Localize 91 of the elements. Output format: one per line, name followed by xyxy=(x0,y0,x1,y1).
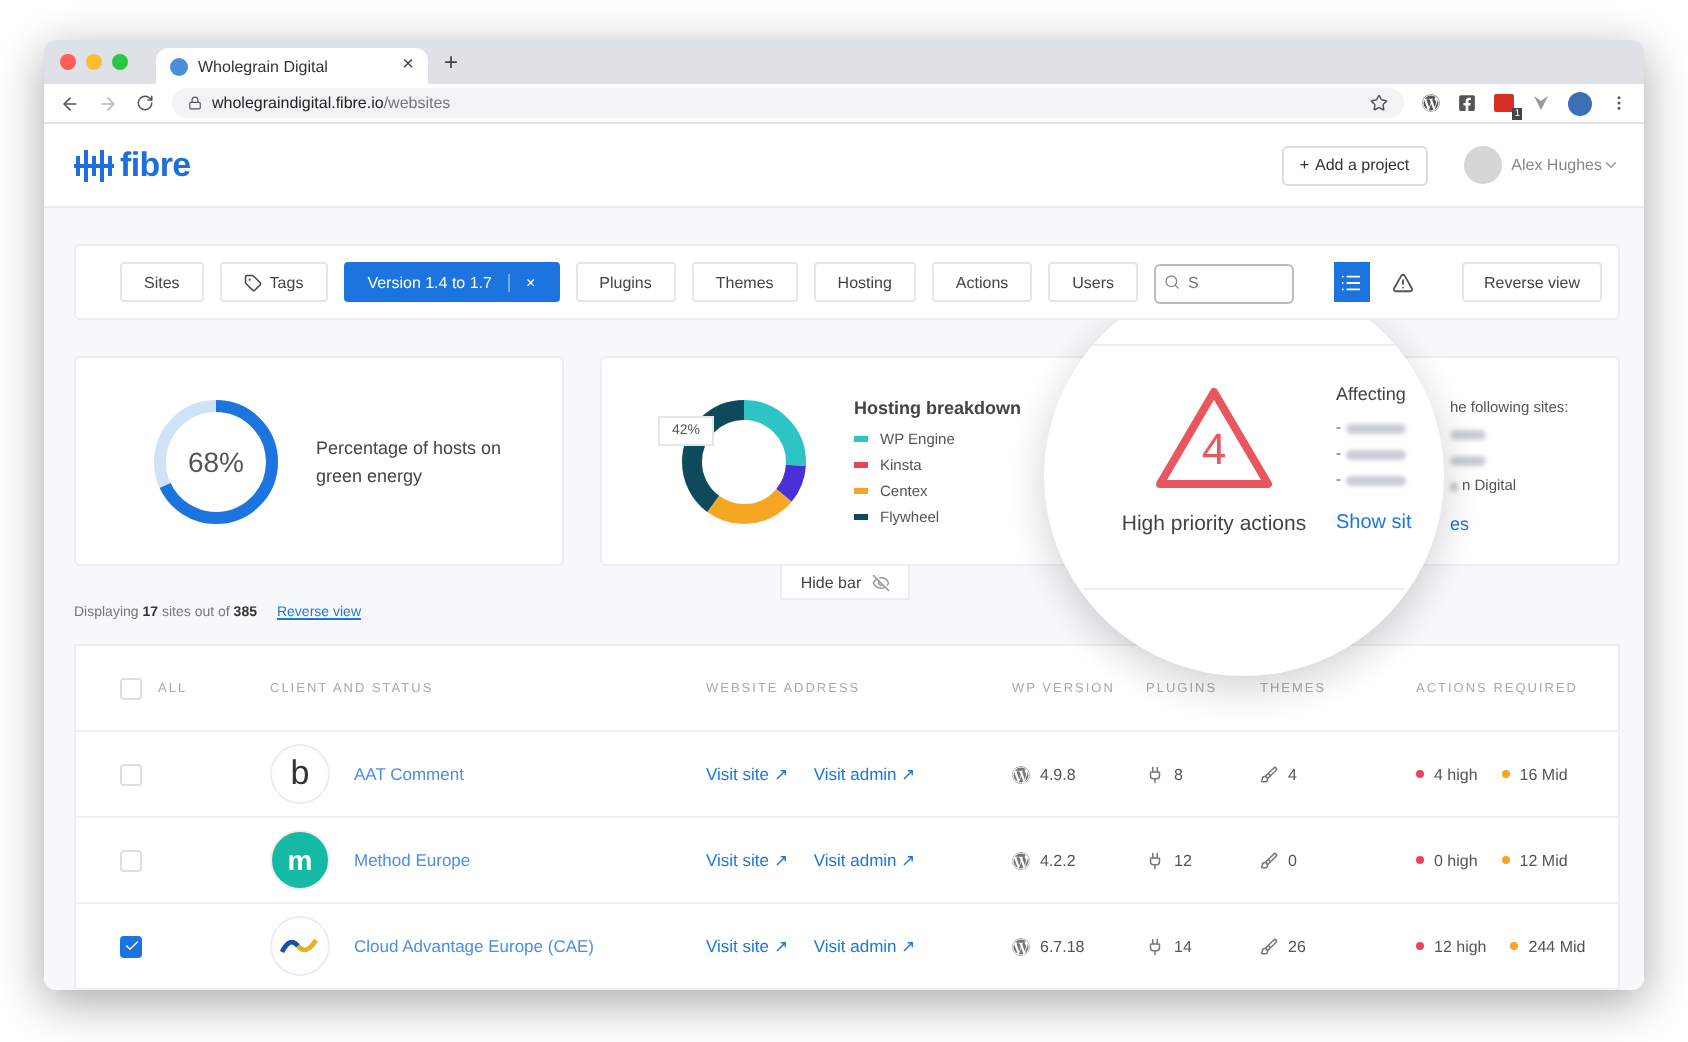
tab-title: Wholegrain Digital xyxy=(198,57,330,75)
visit-admin-link[interactable]: Visit admin ↗ xyxy=(813,764,918,784)
client-logo: b xyxy=(270,744,330,804)
check-icon xyxy=(123,938,139,954)
url-text: wholegraindigital.fibre.io/websites xyxy=(212,94,451,112)
card-label: Percentage of hosts on green energy xyxy=(316,435,504,489)
warning-icon xyxy=(1392,271,1415,293)
filter-button[interactable]: Tags xyxy=(219,262,328,302)
select-all-checkbox[interactable] xyxy=(120,677,142,699)
show-sites-link[interactable]: es xyxy=(1450,514,1470,534)
warning-triangle-icon xyxy=(1152,384,1276,492)
wp-version: 4.9.8 xyxy=(1040,765,1076,783)
plugin-count: 8 xyxy=(1174,765,1183,783)
back-icon[interactable] xyxy=(60,93,80,113)
plug-icon xyxy=(1146,937,1164,955)
visit-site-link[interactable]: Visit site ↗ xyxy=(706,936,790,956)
filter-button[interactable]: Hosting xyxy=(813,262,916,302)
mid-status-dot xyxy=(1510,942,1519,950)
filter-button[interactable]: Themes xyxy=(691,262,798,302)
theme-count: 4 xyxy=(1288,765,1297,783)
brush-icon xyxy=(1260,851,1278,869)
search-field[interactable]: S xyxy=(1154,263,1295,303)
wp-version: 4.2.2 xyxy=(1040,851,1076,869)
list-icon xyxy=(1340,271,1363,293)
reverse-view-button[interactable]: Reverse view xyxy=(1461,262,1602,302)
user-name[interactable]: Alex Hughes xyxy=(1511,156,1602,174)
show-sites-link[interactable]: Show sit xyxy=(1336,512,1444,534)
progress-ring xyxy=(152,397,280,525)
add-project-button[interactable]: + Add a project xyxy=(1281,145,1428,185)
mid-actions: 16 Mid xyxy=(1519,765,1568,783)
affecting-text: Affecting xyxy=(1336,384,1408,404)
row-checkbox[interactable] xyxy=(120,935,142,957)
mid-actions: 244 Mid xyxy=(1528,937,1586,955)
filter-button[interactable]: Users xyxy=(1048,262,1139,302)
plugin-count: 14 xyxy=(1174,937,1192,955)
close-window-icon[interactable] xyxy=(60,54,76,70)
logo-text: fibre xyxy=(120,145,191,185)
brush-icon xyxy=(1260,937,1278,955)
client-logo xyxy=(270,916,330,976)
filter-button[interactable]: Actions xyxy=(931,262,1033,302)
search-icon xyxy=(1164,274,1181,290)
user-avatar xyxy=(1463,146,1502,184)
visit-admin-link[interactable]: Visit admin ↗ xyxy=(813,850,918,870)
high-actions: 12 high xyxy=(1434,937,1487,955)
high-actions: 4 high xyxy=(1434,765,1478,783)
high-status-dot xyxy=(1416,770,1424,778)
filter-button[interactable]: Plugins xyxy=(575,262,676,302)
address-bar[interactable]: wholegraindigital.fibre.io/websites xyxy=(172,88,1404,118)
facebook-icon[interactable] xyxy=(1458,94,1476,112)
star-icon[interactable] xyxy=(1370,94,1388,112)
plugin-count: 12 xyxy=(1174,851,1192,869)
chevron-extension-icon[interactable] xyxy=(1532,94,1550,112)
high-status-dot xyxy=(1416,856,1424,864)
wordpress-icon xyxy=(1012,937,1030,955)
plug-icon xyxy=(1146,765,1164,783)
theme-count: 26 xyxy=(1288,937,1306,955)
filter-button[interactable]: Version 1.4 to 1.7 × xyxy=(343,262,560,302)
hide-bar-button[interactable]: Hide bar xyxy=(780,566,910,600)
visit-admin-link[interactable]: Visit admin ↗ xyxy=(813,936,918,956)
close-tab-button[interactable]: × xyxy=(402,56,414,76)
eye-off-icon xyxy=(871,573,890,591)
browser-tab[interactable]: Wholegrain Digital × xyxy=(156,48,428,84)
visit-site-link[interactable]: Visit site ↗ xyxy=(706,850,790,870)
reload-icon[interactable] xyxy=(136,94,154,112)
card-title: Hosting breakdown xyxy=(854,398,1022,418)
filter-button[interactable]: Sites xyxy=(120,262,204,302)
mid-status-dot xyxy=(1501,856,1510,864)
brush-icon xyxy=(1260,765,1278,783)
mid-status-dot xyxy=(1501,770,1510,778)
lock-icon xyxy=(188,96,202,110)
priority-count: 4 xyxy=(1199,424,1229,476)
high-status-dot xyxy=(1416,942,1424,950)
wp-version: 6.7.18 xyxy=(1040,937,1085,955)
wordpress-icon xyxy=(1012,765,1030,783)
theme-count: 0 xyxy=(1288,851,1297,869)
wordpress-icon[interactable] xyxy=(1422,94,1440,112)
priority-label: High priority actions xyxy=(1121,512,1307,536)
tag-icon xyxy=(243,273,262,291)
visit-site-link[interactable]: Visit site ↗ xyxy=(706,764,790,784)
mid-actions: 12 Mid xyxy=(1519,851,1568,869)
globe-icon xyxy=(170,57,188,75)
new-tab-button[interactable]: + xyxy=(444,50,459,74)
percentage-value: 68% xyxy=(185,445,247,477)
list-view-button[interactable] xyxy=(1333,262,1370,302)
wordpress-icon xyxy=(1012,851,1030,869)
logo-icon xyxy=(74,147,114,183)
client-logo: m xyxy=(270,830,330,890)
profile-avatar[interactable] xyxy=(1568,91,1592,115)
plug-icon xyxy=(1146,851,1164,869)
chevron-down-icon[interactable] xyxy=(1602,156,1620,174)
high-actions: 0 high xyxy=(1434,851,1478,869)
